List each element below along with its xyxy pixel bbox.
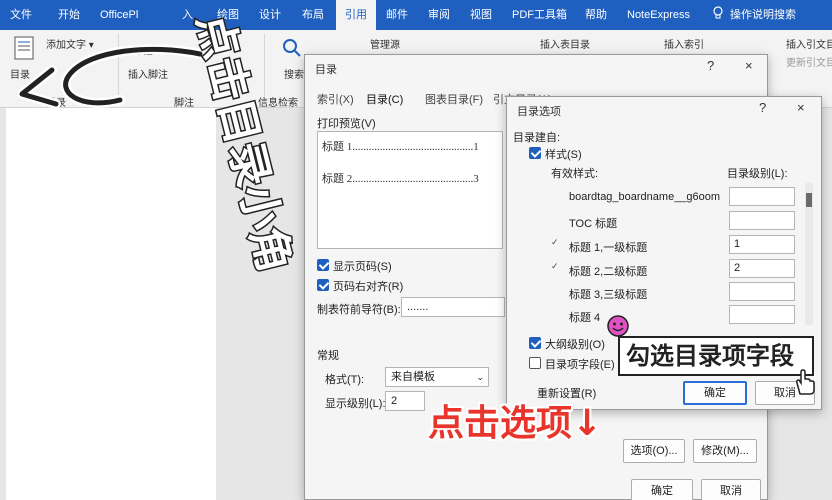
toc-ok-button[interactable]: 确定 [631, 479, 693, 500]
tab-mailings[interactable]: 邮件 [386, 0, 408, 30]
show-levels-label: 显示级别(L): [325, 398, 386, 410]
formats-value: 来自模板 [391, 371, 435, 383]
lightbulb-icon [713, 6, 723, 19]
tab-references[interactable]: 引用 [336, 0, 376, 30]
tab-toc[interactable]: 目录(C) [366, 91, 403, 107]
check-toc-field-callout: 勾选目录项字段 [618, 336, 814, 376]
style-item: 标题 1,一级标题 [569, 242, 648, 254]
options-close-button[interactable]: × [797, 100, 805, 115]
tab-view[interactable]: 视图 [470, 0, 492, 30]
click-options-annotation: 点击选项↓ [428, 403, 603, 444]
tab-officeplus[interactable]: OfficePl [100, 0, 138, 30]
options-button[interactable]: 选项(O)... [623, 439, 685, 463]
general-section-label: 常规 [317, 350, 339, 362]
style-item: TOC 标题 [569, 218, 618, 230]
toc-close-button[interactable]: × [745, 58, 753, 73]
document-page[interactable] [6, 108, 216, 500]
check-toc-field-text: 勾选目录项字段 [626, 342, 794, 370]
level-input[interactable]: 2 [729, 259, 795, 278]
vertical-annotation-text: 点击目录小角 [185, 7, 301, 278]
toc-help-button[interactable]: ? [707, 58, 714, 73]
formats-select[interactable]: 来自模板 ⌄ [385, 367, 489, 387]
preview-line: 标题 2....................................… [322, 173, 479, 185]
pointer-hand-icon [796, 369, 815, 395]
styles-scrollbar[interactable] [805, 183, 813, 325]
tell-me-search[interactable]: 操作说明搜索 [712, 0, 796, 30]
level-input[interactable]: 1 [729, 235, 795, 254]
ribbon-tab-bar: 文件 开始 OfficePl 入 绘图 设计 布局 引用 邮件 审阅 视图 PD… [0, 0, 832, 30]
tab-review[interactable]: 审阅 [428, 0, 450, 30]
manage-sources-button[interactable]: 管理源 [370, 36, 400, 51]
show-levels-spinner[interactable]: 2 [385, 391, 425, 411]
tab-noteexpress[interactable]: NoteExpress [627, 0, 690, 30]
toc-entry-fields-label: 目录项字段(E) [545, 359, 615, 371]
level-input[interactable] [729, 187, 795, 206]
styles-checkbox[interactable] [529, 147, 541, 159]
chevron-down-icon: ⌄ [476, 372, 484, 382]
toc-options-title: 目录选项 [517, 106, 561, 118]
check-mark-icon: ✓ [551, 261, 559, 271]
level-input[interactable] [729, 211, 795, 230]
style-item: boardtag_boardname__g6oom [569, 191, 721, 203]
outline-levels-checkbox[interactable] [529, 337, 541, 349]
tab-table-of-figures[interactable]: 图表目录(F) [425, 91, 483, 107]
modify-button[interactable]: 修改(M)... [693, 439, 757, 463]
tell-me-label: 操作说明搜索 [730, 9, 796, 21]
tab-help[interactable]: 帮助 [585, 0, 607, 30]
tab-pdf-toolbox[interactable]: PDF工具箱 [512, 0, 567, 30]
insert-table-of-figures-button[interactable]: 插入表目录 [540, 36, 590, 51]
tab-leader-label: 制表符前导符(B): [317, 304, 401, 316]
vertical-annotation: 点击目录小角 [185, 0, 342, 290]
available-styles-label: 有效样式: [551, 168, 599, 180]
tab-leader-select[interactable]: ....... [401, 297, 505, 317]
print-preview-box: 标题 1....................................… [317, 131, 503, 249]
right-align-label: 页码右对齐(R) [333, 281, 404, 293]
update-table-of-authorities-button[interactable]: 更新引文目 [786, 54, 832, 69]
toc-entry-fields-checkbox[interactable] [529, 357, 541, 369]
level-input[interactable] [729, 305, 795, 324]
style-item: 标题 4 [569, 312, 601, 324]
insert-table-of-authorities-button[interactable]: 插入引文目 [786, 36, 832, 51]
style-item: 标题 3,三级标题 [569, 289, 648, 301]
outline-levels-label: 大纲级别(O) [545, 339, 605, 351]
tab-file[interactable]: 文件 [10, 0, 32, 30]
toc-level-label: 目录级别(L): [727, 168, 788, 180]
build-from-label: 目录建自: [513, 132, 561, 144]
options-help-button[interactable]: ? [759, 100, 766, 115]
options-ok-button[interactable]: 确定 [683, 381, 747, 405]
toc-cancel-button[interactable]: 取消 [701, 479, 761, 500]
check-mark-icon: ✓ [551, 237, 559, 247]
preview-line: 标题 1....................................… [322, 141, 479, 153]
formats-label: 格式(T): [325, 374, 365, 386]
tab-home[interactable]: 开始 [58, 0, 80, 30]
level-input[interactable] [729, 282, 795, 301]
style-item: 标题 2,二级标题 [569, 266, 648, 278]
styles-list: boardtag_boardname__g6oom TOC 标题 ✓ 标题 1,… [547, 183, 817, 325]
smiley-icon [607, 315, 629, 337]
insert-index-button[interactable]: 插入索引 [664, 36, 704, 51]
styles-label: 样式(S) [545, 149, 582, 161]
scroll-thumb[interactable] [806, 193, 812, 207]
